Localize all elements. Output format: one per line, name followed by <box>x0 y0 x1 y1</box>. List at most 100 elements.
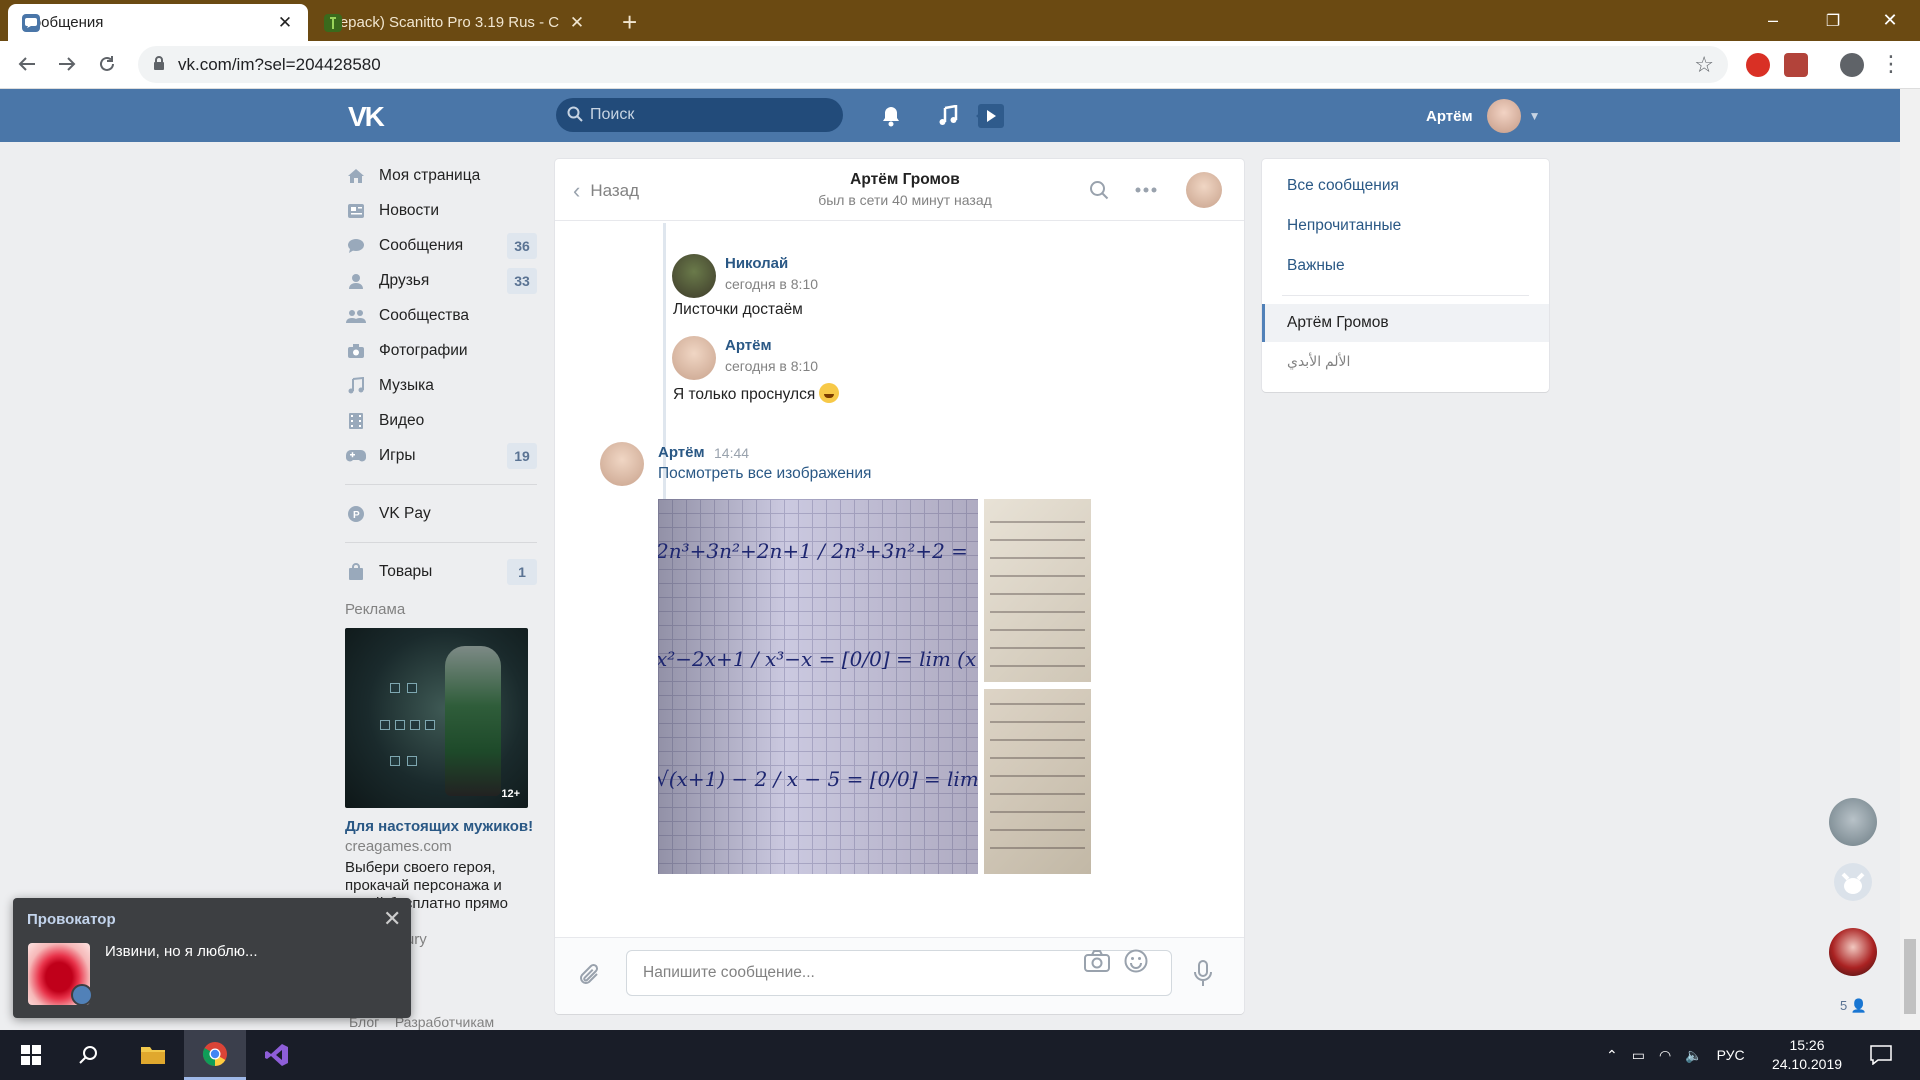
search-icon[interactable] <box>1086 177 1112 203</box>
search-icon[interactable] <box>58 1030 120 1080</box>
smile-icon[interactable] <box>1124 949 1148 977</box>
search-icon <box>567 106 583 122</box>
avatar[interactable] <box>1829 798 1877 846</box>
close-tab-icon[interactable]: ✕ <box>276 13 294 33</box>
filter-all-messages[interactable]: Все сообщения <box>1287 177 1399 195</box>
file-explorer-icon[interactable] <box>122 1030 184 1080</box>
avatar[interactable] <box>672 254 716 298</box>
sidebar-item-label: Моя страница <box>379 166 481 184</box>
sidebar-item-news[interactable]: Новости <box>345 193 537 228</box>
photo-attachment-text-page[interactable] <box>984 689 1091 874</box>
ad-title-link[interactable]: Для настоящих мужиков! <box>345 818 537 836</box>
visual-studio-icon[interactable] <box>246 1030 308 1080</box>
peer-avatar[interactable] <box>1186 172 1222 208</box>
peer-info[interactable]: Артём Громов был в сети 40 минут назад <box>755 171 1055 208</box>
windows-start-icon[interactable] <box>0 1030 62 1080</box>
peer-name: Артём Громов <box>850 171 960 188</box>
notifications-bell-icon[interactable] <box>876 101 906 131</box>
divider <box>345 542 537 543</box>
reload-icon[interactable] <box>92 49 122 79</box>
pdf-extension-icon[interactable] <box>1784 53 1808 77</box>
sidebar-item-messages[interactable]: Сообщения 36 <box>345 228 537 263</box>
divider <box>1282 295 1529 296</box>
avatar[interactable] <box>672 336 716 380</box>
sidebar-item-communities[interactable]: Сообщества <box>345 298 537 333</box>
close-window-button[interactable]: ✕ <box>1860 0 1920 41</box>
chevron-left-icon: ‹ <box>573 178 581 203</box>
microphone-icon[interactable] <box>1192 960 1214 992</box>
notifications-icon[interactable] <box>1850 1030 1912 1080</box>
sidebar-item-my-page[interactable]: Моя страница <box>345 158 537 193</box>
vk-logo[interactable]: VK <box>348 101 385 133</box>
scrollbar-thumb[interactable] <box>1904 939 1916 1014</box>
more-dots-icon[interactable] <box>1133 177 1159 203</box>
handwriting-line <box>990 575 1085 577</box>
profile-icon[interactable] <box>1840 53 1864 77</box>
photo-attachment-math[interactable]: 2n³+3n²+2n+1 / 2n³+3n²+2 = x²−2x+1 / x³−… <box>658 499 978 874</box>
photo-attachment-text-page[interactable] <box>984 499 1091 682</box>
menu-dots-icon[interactable]: ⋮ <box>1876 49 1906 79</box>
url-field[interactable]: vk.com/im?sel=204428580 ☆ <box>138 46 1728 83</box>
restore-button[interactable]: ❐ <box>1803 0 1863 41</box>
sidebar-item-friends[interactable]: Друзья 33 <box>345 263 537 298</box>
header-profile-menu[interactable]: Артём ▼ <box>1426 98 1540 134</box>
system-clock[interactable]: 15:26 24.10.2019 <box>1764 1036 1850 1074</box>
volume-icon[interactable]: 🔈 <box>1685 1047 1702 1064</box>
tab-scanitto[interactable]: (Repack) Scanitto Pro 3.19 Rus - С ✕ <box>310 4 600 41</box>
battery-icon[interactable]: ▭ <box>1632 1047 1645 1064</box>
conversation-item[interactable]: الألم الأبدي <box>1287 353 1350 370</box>
avatar[interactable] <box>1829 928 1877 976</box>
bookmark-star-icon[interactable]: ☆ <box>1694 52 1714 78</box>
sidebar-item-label: Фотографии <box>379 341 468 359</box>
ad-image[interactable]: 12+ <box>345 628 528 808</box>
wifi-icon[interactable]: ◠ <box>1659 1047 1671 1064</box>
opera-extension-icon[interactable] <box>1746 53 1770 77</box>
forwarded-sender-name[interactable]: Николай <box>725 255 788 272</box>
message-placeholder: Напишите сообщение... <box>643 964 815 981</box>
forward-arrow-icon[interactable] <box>52 49 82 79</box>
search-input[interactable]: Поиск <box>556 98 843 132</box>
forwarded-text: Листочки достаём <box>673 301 803 318</box>
sidebar-item-label: Сообщества <box>379 306 470 324</box>
handwriting-line <box>990 721 1085 723</box>
new-tab-button[interactable]: + <box>622 7 637 38</box>
chevron-up-icon[interactable]: ⌃ <box>1606 1047 1618 1064</box>
avatar[interactable] <box>600 442 644 486</box>
selected-conversation-item[interactable]: Артём Громов <box>1262 304 1549 342</box>
view-all-images-link[interactable]: Посмотреть все изображения <box>658 465 871 483</box>
message-time[interactable]: 14:44 <box>714 445 749 461</box>
messages-filter-panel: Все сообщения Непрочитанные Важные Артём… <box>1262 159 1549 392</box>
message-notification-popup[interactable]: Провокатор ✕ Извини, но я люблю... <box>13 898 411 1018</box>
filter-unread[interactable]: Непрочитанные <box>1287 217 1401 235</box>
language-indicator[interactable]: РУС <box>1717 1047 1745 1063</box>
music-note-icon[interactable] <box>933 101 963 131</box>
handwriting-line <box>990 557 1085 559</box>
gamepad-badge-icon <box>71 984 93 1006</box>
message-sender-name[interactable]: Артём <box>658 444 705 461</box>
sidebar-item-video[interactable]: Видео <box>345 403 537 438</box>
close-icon[interactable]: ✕ <box>383 906 401 932</box>
forwarded-sender-name[interactable]: Артём <box>725 337 772 354</box>
games-count-badge: 19 <box>507 443 537 469</box>
chrome-icon[interactable] <box>184 1030 246 1080</box>
minimize-button[interactable]: – <box>1743 0 1803 41</box>
page-scrollbar[interactable] <box>1900 89 1920 1030</box>
sidebar-item-goods[interactable]: Товары 1 <box>345 554 537 589</box>
online-count-badge[interactable]: 5 👤 <box>1840 998 1867 1014</box>
sidebar-item-music[interactable]: Музыка <box>345 368 537 403</box>
back-button[interactable]: ‹ Назад <box>573 178 639 204</box>
camera-icon[interactable] <box>1084 949 1110 977</box>
handwriting-line <box>990 703 1085 705</box>
avatar[interactable] <box>1829 858 1877 906</box>
filter-important[interactable]: Важные <box>1287 257 1345 275</box>
sidebar-item-games[interactable]: Игры 19 <box>345 438 537 473</box>
peer-status: был в сети 40 минут назад <box>818 192 992 208</box>
play-icon[interactable] <box>975 101 1005 131</box>
paperclip-icon[interactable] <box>577 962 601 992</box>
back-arrow-icon[interactable] <box>12 49 42 79</box>
sidebar-item-vk-pay[interactable]: P VK Pay <box>345 496 537 531</box>
handwriting-line <box>990 629 1085 631</box>
sidebar-item-photos[interactable]: Фотографии <box>345 333 537 368</box>
close-tab-icon[interactable]: ✕ <box>568 13 586 33</box>
tab-messages[interactable]: Сообщения ✕ <box>8 4 308 41</box>
